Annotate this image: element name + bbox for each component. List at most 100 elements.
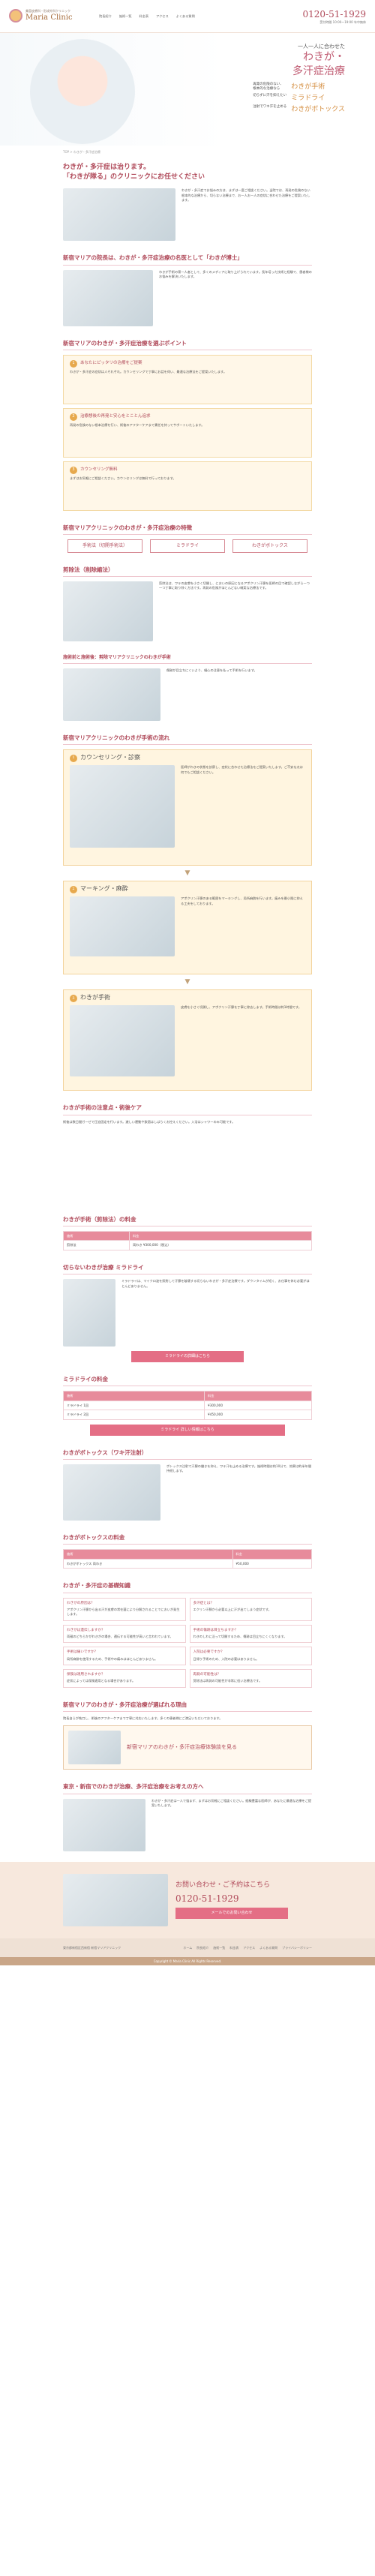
chevron-down-icon: ▼	[184, 978, 190, 986]
table-row: わきがボトックス 両わき ¥50,000	[63, 1558, 312, 1569]
price-miradry-title: ミラドライの料金	[63, 1373, 312, 1387]
logo[interactable]: 美容皮膚科・形成外科クリニック Maria Clinic	[9, 9, 92, 23]
tab-surgery[interactable]: 手術法（切開手術法）	[68, 539, 142, 553]
table-header: 料金	[232, 1549, 312, 1560]
hero-item-em: わきがボトックス	[291, 106, 345, 114]
table-cell: ¥450,000	[204, 1410, 312, 1421]
faq-question: 手術の傷跡は目立ちますか？	[193, 1628, 238, 1632]
intro-image	[63, 188, 176, 242]
table-row: ミラドライ 1回 ¥300,000	[62, 1400, 312, 1411]
doctor-image	[63, 269, 153, 326]
point-card: 2 治療想後の再発と安心をとことん追求 再発の危険のない根本治療を行い、術後のアフ…	[63, 407, 312, 458]
faq-answer: 局所麻酔を使用するため、手術中の痛みはほとんどありません。	[67, 1656, 158, 1661]
point-heading: 治療想後の再発と安心をとことん追求	[80, 414, 151, 419]
points-title: 新宿マリアのわきが・多汗症治療を選ぶポイント	[63, 337, 312, 350]
step-image	[70, 896, 175, 957]
price-table-surgery: 施術 料金 剪除法 両わき ¥300,000（税込）	[63, 1230, 313, 1251]
logo-mark-icon	[9, 9, 22, 23]
surgery-sub-title: 施術前と施術後：剪除マリアクリニックのわきが手術	[63, 652, 312, 665]
point-text: まずはお気軽にご相談ください。カウンセリングは無料で行っております。	[70, 476, 176, 480]
faq-item: 入院は必要ですか？ 日帰り手術のため、入院の必要はありません。	[189, 1647, 312, 1666]
hero-lead: 一人一人に合わせた	[298, 44, 345, 50]
nav-item[interactable]: よくある質問	[176, 14, 195, 19]
footer-link[interactable]: 院長紹介	[196, 1946, 208, 1950]
contact-section: お問い合わせ・ご予約はこちら 0120-51-1929 メールでのお問い合わせ	[0, 1861, 375, 1938]
banner-text: 新宿マリアのわきが・多汗症治療体験談を見る	[127, 1744, 237, 1751]
page: 美容皮膚科・形成外科クリニック Maria Clinic 院長紹介 施術一覧 料…	[0, 0, 375, 2576]
faq-answer: 日帰り手術のため、入院の必要はありません。	[193, 1656, 260, 1661]
footer-link[interactable]: ホーム	[183, 1946, 192, 1950]
surgery-diagram	[63, 581, 153, 641]
miradry-info-button[interactable]: ミラドライ 詳しい情報はこちら	[90, 1425, 285, 1436]
closing-text: わきが・多汗症は一人で悩まず、まずはお気軽にご相談ください。経験豊富な医師が、あ…	[152, 1798, 312, 1808]
faq-item: 手術の傷跡は目立ちますか？ わきのしわに沿って切開するため、傷跡は目立ちにくくなり…	[189, 1624, 312, 1644]
hero-image	[30, 39, 135, 144]
footer-links: ホーム 院長紹介 施術一覧 料金表 アクセス よくある質問 プライバシーポリシー	[183, 1946, 312, 1950]
nav-item[interactable]: アクセス	[156, 14, 169, 19]
experience-banner[interactable]: 新宿マリアのわきが・多汗症治療体験談を見る	[63, 1725, 312, 1770]
doctor-text: わきが手術の第一人者として、多くのメディアに取り上げられています。長年培った技術…	[159, 269, 312, 279]
price-botox-title: わきがボトックスの料金	[63, 1531, 312, 1545]
contact-tel[interactable]: 0120-51-1929	[176, 1893, 312, 1905]
point-card: 1 あなたにピッタリの治療をご提案 わきが・多汗症の症状は人それぞれ。カウンセリン…	[63, 354, 312, 404]
footer-link[interactable]: 施術一覧	[213, 1946, 225, 1950]
table-cell: ミラドライ 2回	[62, 1410, 206, 1421]
tel-number[interactable]: 0120-51-1929	[303, 8, 366, 20]
surgery-title: 剪除法（削除縮法）	[63, 563, 312, 577]
hero: 一人一人に合わせた わきが・ 多汗症治療 再発の危険のない、 根本的な治療なら …	[0, 33, 375, 146]
copyright: Copyright © Maria Clinic All Rights Rese…	[0, 1956, 375, 1966]
table-row: ミラドライ 2回 ¥450,000	[62, 1410, 312, 1421]
step-number: 2	[70, 885, 77, 893]
table-cell: ¥300,000	[204, 1400, 312, 1411]
faq-item: わきがの原因は？ アポクリン汗腺から出る汗が皮膚の常在菌により分解されることでにお…	[63, 1597, 186, 1621]
step-heading: わきが手術	[80, 994, 110, 1001]
table-cell: わきがボトックス 両わき	[63, 1558, 233, 1569]
nav-item[interactable]: 院長紹介	[99, 14, 112, 19]
faq-answer: 症状によっては保険適用となる場合があります。	[67, 1679, 136, 1683]
breadcrumb[interactable]: TOP > わきが・多汗症治療	[0, 146, 375, 158]
point-card: 3 カウンセリング無料 まずはお気軽にご相談ください。カウンセリングは無料で行って…	[63, 461, 312, 511]
surgery-text: 剪除法は、ワキの皮膚を小さく切開し、においの原因となるアポクリン汗腺を医師の目で…	[159, 581, 310, 590]
miradry-title: 切らないわきが治療 ミラドライ	[63, 1261, 312, 1275]
miradry-text: ミラドライは、マイクロ波を照射して汗腺を破壊する切らないわきが・多汗症治療です。…	[122, 1279, 310, 1288]
price-surgery-title: わきが手術（剪除法）の料金	[63, 1213, 312, 1226]
footer-link[interactable]: よくある質問	[260, 1946, 278, 1950]
reasons-text: 院長自らが執刀し、術後のアフターケアまで丁寧に対応いたします。多くの患者様にご満…	[63, 1716, 223, 1720]
footer-address: 東京都新宿区西新宿 新宿マリアクリニック	[63, 1945, 122, 1950]
miradry-detail-button[interactable]: ミラドライの詳細はこちら	[131, 1351, 244, 1362]
tab-miradry[interactable]: ミラドライ	[150, 539, 225, 553]
closing-title: 東京・新宿でのわきが治療、多汗症治療をお考えの方へ	[63, 1780, 312, 1794]
step-image	[70, 765, 175, 848]
mail-contact-button[interactable]: メールでのお問い合わせ	[176, 1908, 288, 1920]
botox-text: ボトックス注射で汗腺の働きを抑え、ワキ汗を止める治療です。施術時間は約10分で、…	[166, 1464, 312, 1473]
footer-link[interactable]: プライバシーポリシー	[282, 1946, 312, 1950]
miradry-machine-image	[63, 1279, 116, 1347]
step-number: 1	[70, 754, 77, 762]
table-header: 料金	[128, 1230, 313, 1241]
table-cell: 剪除法	[63, 1240, 130, 1251]
table-header: 施術	[62, 1391, 206, 1401]
flow-step: 2 マーキング・麻酔 アポクリン汗腺のある範囲をマーキングし、局所麻酔を行います。…	[63, 881, 312, 975]
point-number: 1	[70, 359, 77, 368]
banner-image	[68, 1731, 121, 1765]
step-number: 3	[70, 994, 77, 1002]
point-text: 再発の危険のない根本治療を行い、術後のアフターケアまで責任を持ってサポートいたし…	[70, 422, 205, 427]
surgery-sub-text: 傷跡が目立ちにくいよう、細心の注意を払って手術を行います。	[166, 668, 257, 673]
tel-note: 受付時間 10:00～19:00 年中無休	[320, 20, 366, 24]
footer-link[interactable]: アクセス	[243, 1946, 255, 1950]
site-footer: 東京都新宿区西新宿 新宿マリアクリニック ホーム 院長紹介 施術一覧 料金表 ア…	[0, 1938, 375, 1957]
faq-grid: わきがの原因は？ アポクリン汗腺から出る汗が皮膚の常在菌により分解されることでにお…	[63, 1597, 312, 1688]
hero-title: わきが・ 多汗症治療	[292, 51, 345, 77]
step-heading: マーキング・麻酔	[80, 885, 128, 893]
botox-title: わきがボトックス（ワキ汗注射）	[63, 1446, 312, 1460]
footer-link[interactable]: 料金表	[230, 1946, 238, 1950]
botox-image	[63, 1464, 160, 1521]
nav-item[interactable]: 料金表	[140, 14, 149, 19]
faq-question: 多汗症とは？	[193, 1601, 214, 1605]
reasons-title: 新宿マリアのわきが・多汗症治療が選ばれる理由	[63, 1698, 312, 1712]
header-tel[interactable]: 0120-51-1929 受付時間 10:00～19:00 年中無休	[303, 8, 366, 25]
chevron-down-icon: ▼	[184, 869, 190, 878]
nav-item[interactable]: 施術一覧	[119, 14, 132, 19]
faq-item: 多汗症とは？ エクリン汗腺から必要以上に汗が出てしまう症状です。	[189, 1597, 312, 1621]
tab-botox[interactable]: わきがボトックス	[232, 539, 308, 553]
